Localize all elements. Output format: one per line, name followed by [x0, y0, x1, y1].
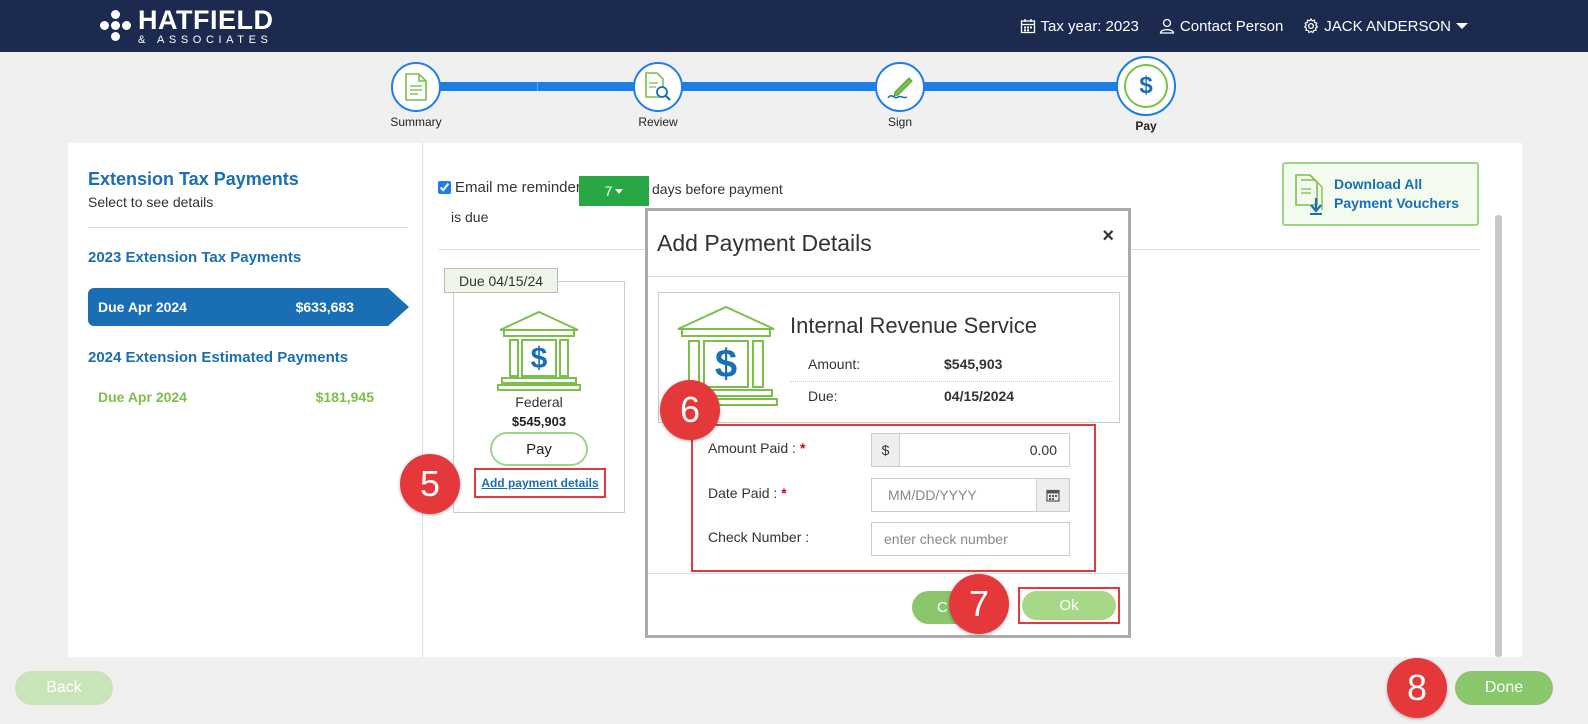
done-button[interactable]: Done	[1455, 671, 1553, 705]
irs-info-box: $ Internal Revenue Service Amount: $545,…	[658, 292, 1120, 423]
dialog-footer-divider	[648, 573, 1128, 574]
progress-stepper: Summary Review Sign $ Pay	[0, 52, 1588, 142]
required-mark: *	[799, 440, 806, 456]
step-summary[interactable]: Summary	[388, 62, 444, 129]
sidebar-item-label: Due Apr 2024	[98, 389, 187, 405]
document-icon	[405, 73, 427, 101]
sidebar-item-amount: $633,683	[295, 299, 354, 315]
user-name: JACK ANDERSON	[1324, 17, 1451, 35]
svg-text:$: $	[531, 342, 548, 375]
document-search-icon	[645, 72, 671, 101]
due-date-tag: Due 04/15/24	[444, 268, 558, 293]
dialog-divider	[648, 276, 1128, 277]
download-line-2: Payment Vouchers	[1334, 195, 1460, 211]
calendar-icon	[1020, 19, 1035, 34]
date-paid-label: Date Paid : *	[708, 485, 787, 501]
step-review-label: Review	[638, 115, 678, 129]
logo-main-text: HATFIELD	[138, 4, 274, 35]
required-mark: *	[781, 485, 787, 501]
amount-value: $545,903	[944, 356, 1003, 372]
sidebar-divider	[88, 227, 408, 228]
reminder-days-dropdown[interactable]: 7	[579, 176, 649, 206]
step-sign-label: Sign	[887, 115, 913, 129]
days-before-payment-text: days before payment	[652, 181, 783, 197]
add-payment-details-dialog: Add Payment Details × $ Internal Revenue…	[645, 208, 1131, 638]
sidebar-section-2023: 2023 Extension Tax Payments	[88, 249, 302, 266]
caret-down-icon	[615, 188, 624, 194]
step-review[interactable]: Review	[630, 62, 686, 129]
is-due-text: is due	[451, 209, 489, 225]
logo-sub-text: & ASSOCIATES	[138, 33, 273, 46]
step-pay[interactable]: $ Pay	[1116, 56, 1176, 133]
logo-mark-icon	[100, 10, 132, 42]
step-sign[interactable]: Sign	[872, 62, 928, 129]
dialog-title: Add Payment Details	[657, 230, 872, 256]
email-reminder-checkbox[interactable]	[438, 181, 451, 194]
federal-payment-card: $ Federal $545,903 Pay Add payment detai…	[453, 281, 625, 513]
document-download-icon	[1295, 174, 1323, 215]
calendar-picker-button[interactable]	[1036, 479, 1069, 511]
sidebar-section-2024: 2024 Extension Estimated Payments	[88, 349, 349, 366]
download-line-1: Download All	[1334, 176, 1423, 192]
top-bar: HATFIELD & ASSOCIATES Tax year: 2023 Con…	[0, 0, 1588, 52]
sidebar-subtitle: Select to see details	[88, 194, 214, 210]
caret-down-icon	[1456, 23, 1468, 29]
download-vouchers-button[interactable]: Download All Payment Vouchers	[1282, 162, 1479, 226]
step-marker-6: 6	[660, 380, 720, 440]
sidebar-item-amount: $181,945	[315, 389, 374, 405]
scrollbar[interactable]	[1495, 215, 1502, 657]
gear-icon	[1303, 18, 1319, 34]
check-number-label: Check Number :	[708, 529, 810, 545]
amount-label: Amount:	[808, 356, 861, 372]
tax-year-label: Tax year: 2023	[1040, 17, 1139, 35]
calendar-icon	[1046, 489, 1060, 502]
back-button[interactable]: Back	[15, 671, 113, 705]
close-icon[interactable]: ×	[1102, 225, 1114, 248]
sidebar-title: Extension Tax Payments	[88, 169, 299, 189]
due-label: Due:	[808, 388, 838, 404]
card-type: Federal	[515, 394, 563, 410]
tax-year-selector[interactable]: Tax year: 2023	[1020, 18, 1139, 35]
add-payment-details-link[interactable]: Add payment details	[474, 468, 606, 498]
contact-person-link[interactable]: Contact Person	[1159, 18, 1283, 35]
dollar-icon: $	[1124, 64, 1168, 108]
sidebar-item-due-apr-2024-estimated[interactable]: Due Apr 2024 $181,945	[98, 389, 374, 405]
agency-name: Internal Revenue Service	[790, 313, 1038, 338]
step-summary-label: Summary	[390, 115, 442, 129]
amount-paid-input[interactable]: 0.00	[900, 442, 1069, 458]
stepper-divider	[537, 82, 538, 91]
email-reminder-label: Email me reminder	[455, 179, 581, 196]
sidebar: Extension Tax Payments Select to see det…	[68, 143, 423, 657]
step-marker-5: 5	[400, 454, 460, 514]
user-menu[interactable]: JACK ANDERSON	[1303, 18, 1473, 35]
stepper-progress-line	[440, 82, 1120, 91]
sidebar-item-due-apr-2024-active[interactable]: Due Apr 2024 $633,683	[88, 288, 409, 326]
amount-paid-field[interactable]: $ 0.00	[871, 433, 1070, 467]
step-pay-label: Pay	[1135, 119, 1157, 133]
date-paid-input[interactable]: MM/DD/YYYY	[872, 487, 1036, 503]
due-value: 04/15/2024	[944, 388, 1015, 404]
contact-person-label: Contact Person	[1179, 17, 1284, 35]
bank-dollar-icon: $	[497, 310, 581, 391]
card-amount: $545,903	[511, 414, 567, 429]
payment-form: Amount Paid : * $ 0.00 Date Paid : * MM/DD…	[691, 424, 1096, 572]
sidebar-item-label: Due Apr 2024	[98, 299, 187, 315]
ok-button[interactable]: Ok	[1022, 591, 1116, 620]
hatfield-logo[interactable]: HATFIELD & ASSOCIATES	[100, 4, 274, 46]
dollar-addon: $	[872, 434, 900, 466]
reminder-days-value: 7	[604, 183, 613, 199]
email-reminder-row: Email me reminder	[438, 179, 581, 196]
pay-button[interactable]: Pay	[490, 432, 588, 466]
pen-sign-icon	[887, 77, 913, 99]
svg-text:$: $	[715, 342, 737, 386]
amount-paid-label: Amount Paid : *	[708, 440, 806, 456]
person-icon	[1159, 18, 1175, 34]
amount-row: Amount: $545,903	[790, 356, 1114, 382]
step-marker-8: 8	[1387, 658, 1447, 718]
check-number-input[interactable]: enter check number	[871, 522, 1070, 556]
step-marker-7: 7	[949, 574, 1009, 634]
date-paid-field[interactable]: MM/DD/YYYY	[871, 478, 1070, 512]
due-row: Due: 04/15/2024	[790, 388, 1114, 404]
ok-button-highlight: Ok	[1018, 587, 1120, 624]
